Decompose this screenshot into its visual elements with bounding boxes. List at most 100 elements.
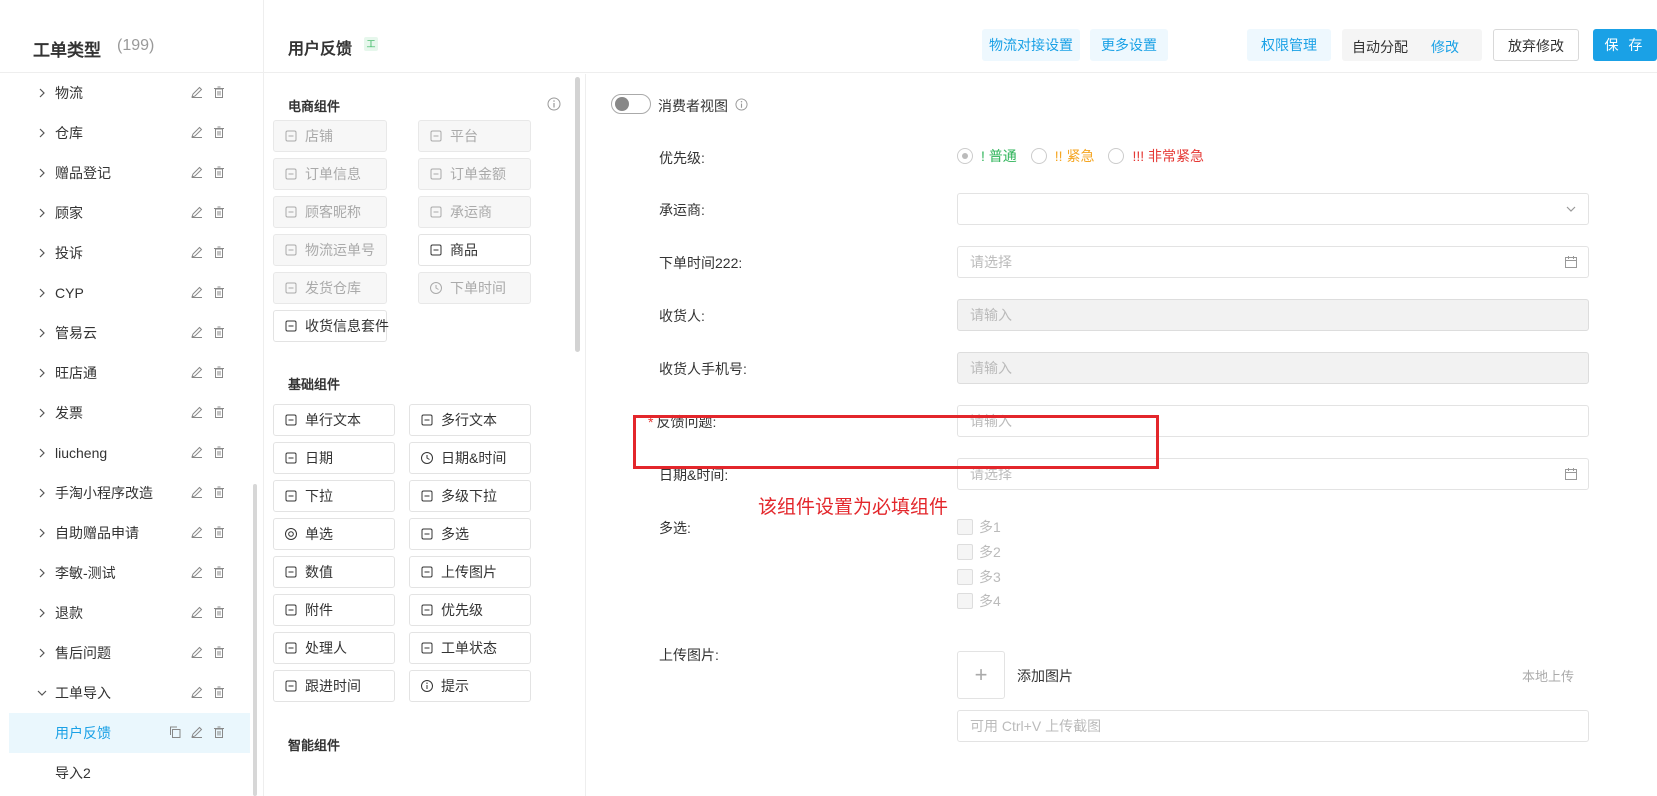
- edit-icon[interactable]: [190, 445, 204, 459]
- sidebar-item[interactable]: 工单导入: [9, 673, 250, 713]
- discard-button[interactable]: 放弃修改: [1493, 29, 1579, 61]
- palette-chip[interactable]: 店铺: [273, 120, 387, 152]
- edit-icon[interactable]: [190, 285, 204, 299]
- delete-icon[interactable]: [212, 405, 226, 419]
- palette-scrollbar[interactable]: [575, 77, 580, 352]
- local-upload-link[interactable]: 本地上传: [1522, 666, 1574, 685]
- palette-chip[interactable]: 平台: [418, 120, 531, 152]
- paste-screenshot-input[interactable]: 可用 Ctrl+V 上传截图: [957, 710, 1589, 742]
- chevron-right-icon[interactable]: [36, 207, 48, 219]
- sidebar-subitem[interactable]: 用户反馈: [9, 713, 250, 753]
- receiver-input[interactable]: 请输入: [957, 299, 1589, 331]
- edit-icon[interactable]: [190, 405, 204, 419]
- permission-button[interactable]: 权限管理: [1247, 29, 1331, 61]
- sidebar-item[interactable]: CYP: [9, 273, 250, 313]
- logistics-settings-button[interactable]: 物流对接设置: [982, 29, 1080, 61]
- palette-chip[interactable]: 单行文本: [273, 404, 395, 436]
- delete-icon[interactable]: [212, 325, 226, 339]
- palette-chip[interactable]: 收货信息套件: [273, 310, 389, 342]
- palette-chip[interactable]: 多级下拉: [409, 480, 531, 512]
- multi-option-1[interactable]: 多1: [957, 517, 1001, 537]
- delete-icon[interactable]: [212, 645, 226, 659]
- edit-icon[interactable]: [190, 485, 204, 499]
- palette-chip[interactable]: 日期: [273, 442, 395, 474]
- palette-chip[interactable]: 下拉: [273, 480, 395, 512]
- delete-icon[interactable]: [212, 565, 226, 579]
- copy-icon[interactable]: [168, 725, 182, 739]
- edit-icon[interactable]: [190, 645, 204, 659]
- chevron-right-icon[interactable]: [36, 527, 48, 539]
- palette-chip[interactable]: 工单状态: [409, 632, 531, 664]
- sidebar-item[interactable]: 手淘小程序改造: [9, 473, 250, 513]
- sidebar-item[interactable]: 物流: [9, 73, 250, 113]
- delete-icon[interactable]: [212, 525, 226, 539]
- chevron-right-icon[interactable]: [36, 607, 48, 619]
- delete-icon[interactable]: [212, 365, 226, 379]
- palette-chip[interactable]: 处理人: [273, 632, 395, 664]
- chevron-right-icon[interactable]: [36, 487, 48, 499]
- delete-icon[interactable]: [212, 685, 226, 699]
- sidebar-item[interactable]: 自助赠品申请: [9, 513, 250, 553]
- chevron-right-icon[interactable]: [36, 407, 48, 419]
- edit-icon[interactable]: [190, 605, 204, 619]
- chevron-right-icon[interactable]: [36, 367, 48, 379]
- priority-normal-radio[interactable]: ! 普通: [957, 146, 1017, 166]
- info-icon[interactable]: [735, 98, 748, 111]
- delete-icon[interactable]: [212, 165, 226, 179]
- delete-icon[interactable]: [212, 445, 226, 459]
- chevron-down-icon[interactable]: [36, 687, 48, 699]
- multi-option-3[interactable]: 多3: [957, 567, 1001, 587]
- sidebar-item[interactable]: 售后问题: [9, 633, 250, 673]
- sidebar-item[interactable]: 发票: [9, 393, 250, 433]
- palette-chip[interactable]: 发货仓库: [273, 272, 387, 304]
- edit-icon[interactable]: [190, 725, 204, 739]
- palette-chip[interactable]: 跟进时间: [273, 670, 395, 702]
- edit-icon[interactable]: [190, 685, 204, 699]
- sidebar-item[interactable]: 李敏-测试: [9, 553, 250, 593]
- carrier-select[interactable]: [957, 193, 1589, 225]
- delete-icon[interactable]: [212, 485, 226, 499]
- sidebar-item[interactable]: 管易云: [9, 313, 250, 353]
- multi-option-2[interactable]: 多2: [957, 542, 1001, 562]
- delete-icon[interactable]: [212, 205, 226, 219]
- edit-icon[interactable]: [190, 365, 204, 379]
- palette-chip[interactable]: 多选: [409, 518, 531, 550]
- delete-icon[interactable]: [212, 125, 226, 139]
- receiver-phone-input[interactable]: 请输入: [957, 352, 1589, 384]
- priority-urgent-radio[interactable]: !! 紧急: [1030, 146, 1094, 166]
- sidebar-item[interactable]: 旺店通: [9, 353, 250, 393]
- chevron-right-icon[interactable]: [36, 167, 48, 179]
- palette-chip[interactable]: 商品: [418, 234, 531, 266]
- delete-icon[interactable]: [212, 245, 226, 259]
- palette-chip[interactable]: 提示: [409, 670, 531, 702]
- edit-icon[interactable]: [190, 565, 204, 579]
- edit-icon[interactable]: [190, 125, 204, 139]
- palette-chip[interactable]: 日期&时间: [409, 442, 531, 474]
- sidebar-item[interactable]: 赠品登记: [9, 153, 250, 193]
- save-button[interactable]: 保 存: [1593, 29, 1657, 61]
- sidebar-item[interactable]: 退款: [9, 593, 250, 633]
- chevron-right-icon[interactable]: [36, 567, 48, 579]
- edit-icon[interactable]: [190, 325, 204, 339]
- add-image-button[interactable]: +: [957, 651, 1005, 699]
- palette-chip[interactable]: 单选: [273, 518, 395, 550]
- info-icon[interactable]: [547, 97, 561, 111]
- chevron-right-icon[interactable]: [36, 87, 48, 99]
- edit-icon[interactable]: [190, 245, 204, 259]
- edit-icon[interactable]: [190, 205, 204, 219]
- sidebar-scrollbar[interactable]: [253, 484, 257, 796]
- palette-chip[interactable]: 多行文本: [409, 404, 531, 436]
- palette-chip[interactable]: 附件: [273, 594, 395, 626]
- consumer-view-toggle[interactable]: [611, 94, 651, 114]
- palette-chip[interactable]: 物流运单号: [273, 234, 387, 266]
- palette-chip[interactable]: 上传图片: [409, 556, 531, 588]
- delete-icon[interactable]: [212, 85, 226, 99]
- palette-chip[interactable]: 优先级: [409, 594, 531, 626]
- sidebar-item[interactable]: 投诉: [9, 233, 250, 273]
- palette-chip[interactable]: 订单信息: [273, 158, 387, 190]
- more-settings-button[interactable]: 更多设置: [1090, 29, 1168, 61]
- delete-icon[interactable]: [212, 605, 226, 619]
- chevron-right-icon[interactable]: [36, 327, 48, 339]
- auto-assign-edit-link[interactable]: 修改: [1431, 37, 1459, 57]
- chevron-right-icon[interactable]: [36, 647, 48, 659]
